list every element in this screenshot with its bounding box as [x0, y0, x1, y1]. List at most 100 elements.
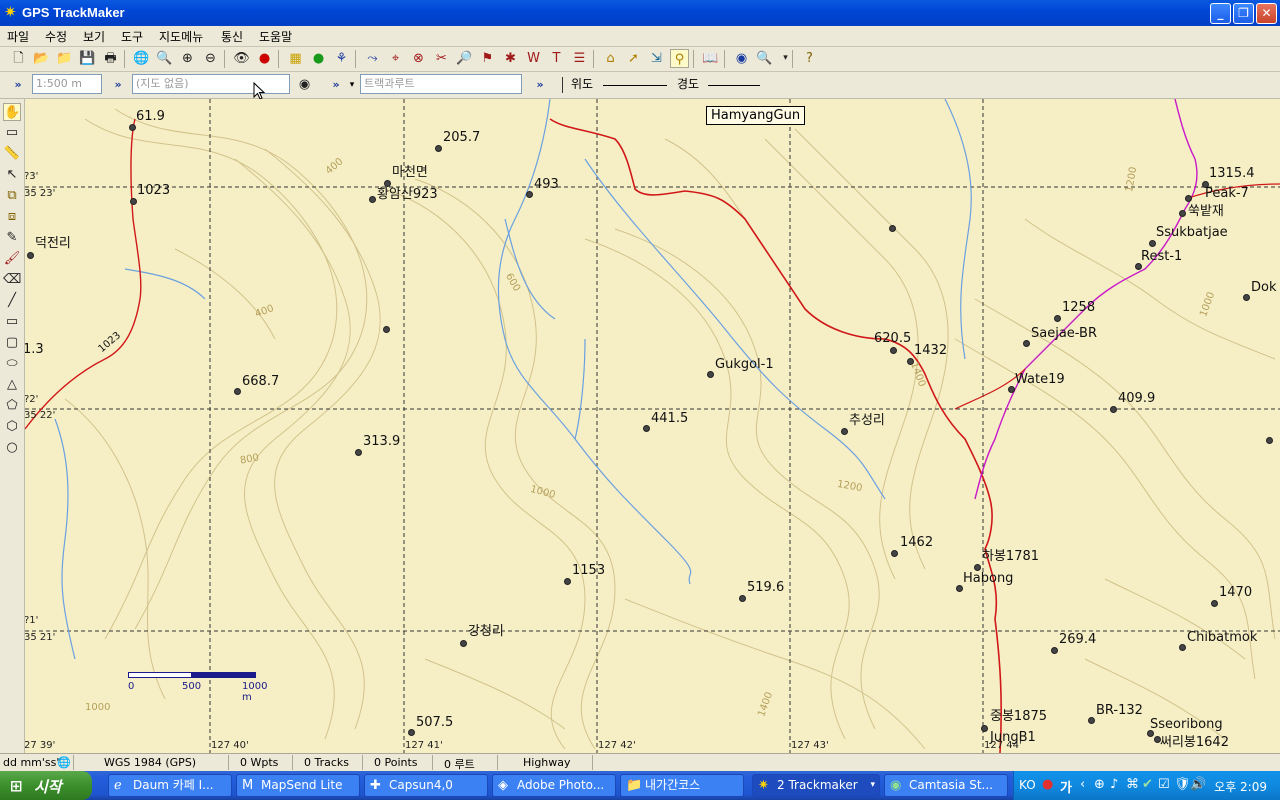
task-trackmaker[interactable]: ✷ 2 Trackmaker ▾ — [752, 774, 880, 797]
scale-arrow-button[interactable]: » — [8, 75, 28, 95]
open-folder-icon[interactable]: 📂 — [32, 49, 51, 68]
menu-file[interactable]: 파일 — [7, 28, 29, 45]
route-icon[interactable]: ⚘ — [332, 49, 351, 68]
copy-icon[interactable]: ⧉ — [3, 187, 21, 205]
waypoint[interactable] — [1211, 600, 1218, 607]
waypoint[interactable] — [383, 326, 390, 333]
hexagon-tool-icon[interactable]: ⬡ — [3, 418, 21, 436]
menu-tools[interactable]: 도구 — [121, 28, 143, 45]
print-icon[interactable]: 🖶 — [101, 49, 120, 68]
waypoint[interactable] — [435, 145, 442, 152]
measure-icon[interactable]: 📏 — [3, 145, 21, 163]
globe-icon[interactable]: 🌐 — [132, 49, 151, 68]
zoom-out-icon[interactable]: ⊖ — [201, 49, 220, 68]
task-camtasia[interactable]: ◉ Camtasia St... — [884, 774, 1008, 797]
waypoint[interactable] — [643, 425, 650, 432]
waypoint[interactable] — [130, 198, 137, 205]
maximize-button[interactable]: ❐ — [1233, 3, 1254, 24]
save-icon[interactable]: 💾 — [78, 49, 97, 68]
waypoint[interactable] — [891, 550, 898, 557]
line-tool-icon[interactable]: ╱ — [3, 292, 21, 310]
waypoint[interactable] — [1179, 644, 1186, 651]
waypoint[interactable] — [355, 449, 362, 456]
paint-icon[interactable]: 🖌 — [3, 250, 21, 268]
send-icon[interactable]: ➚ — [624, 49, 643, 68]
task-folder[interactable]: 📁 내가간코스 — [620, 774, 744, 797]
circle-tool-icon[interactable]: ○ — [3, 439, 21, 457]
text-w-icon[interactable]: W — [524, 49, 543, 68]
tack-icon[interactable]: ✱ — [501, 49, 520, 68]
hand-tool-icon[interactable]: ✋ — [3, 103, 21, 121]
track-cut-icon[interactable]: ✂ — [432, 49, 451, 68]
earth-icon[interactable]: ◉ — [732, 49, 751, 68]
minimize-button[interactable]: _ — [1210, 3, 1231, 24]
search-icon[interactable]: 🔎 — [455, 49, 474, 68]
gps-icon[interactable]: ⌂ — [601, 49, 620, 68]
rectangle-select-icon[interactable]: ▭ — [3, 124, 21, 142]
tray-icon[interactable]: ☑ — [1158, 777, 1170, 792]
eraser-icon[interactable]: ⌫ — [3, 271, 21, 289]
area-label-hamyanggun[interactable]: HamyangGun — [706, 106, 806, 125]
network-icon[interactable]: ⊕ — [1094, 777, 1105, 792]
waypoint[interactable] — [1054, 315, 1061, 322]
help-icon[interactable]: ? — [800, 49, 819, 68]
waypoint[interactable] — [1243, 294, 1250, 301]
waypoint[interactable] — [981, 725, 988, 732]
text-t-icon[interactable]: T — [547, 49, 566, 68]
eye-icon[interactable]: 👁 — [232, 49, 251, 68]
track-arrow-button[interactable]: » — [326, 75, 346, 95]
list-icon[interactable]: ☰ — [570, 49, 589, 68]
pointer-icon[interactable]: ⚲ — [670, 49, 689, 68]
chevron-down-icon[interactable]: ▾ — [346, 75, 358, 95]
track-join-icon[interactable]: ⊗ — [409, 49, 428, 68]
grid-icon[interactable]: ▦ — [286, 49, 305, 68]
menu-comm[interactable]: 통신 — [221, 28, 243, 45]
waypoint[interactable] — [956, 585, 963, 592]
tray-icon[interactable]: ✔ — [1142, 777, 1153, 792]
scale-field[interactable]: 1:500 m — [32, 74, 102, 94]
waypoint[interactable] — [1185, 195, 1192, 202]
waypoint[interactable] — [1266, 437, 1273, 444]
ime-mode[interactable]: 가 — [1060, 777, 1072, 796]
task-capsun[interactable]: ✚ Capsun4,0 — [364, 774, 488, 797]
track-route-field[interactable]: 트랙과루트 — [360, 74, 522, 94]
waypoint[interactable] — [129, 124, 136, 131]
coord-arrow-button[interactable]: » — [530, 75, 550, 95]
waypoint[interactable] — [460, 640, 467, 647]
track-icon[interactable]: ⤳ — [363, 49, 382, 68]
rounded-rect-tool-icon[interactable]: ▢ — [3, 334, 21, 352]
waypoint[interactable] — [890, 347, 897, 354]
waypoint[interactable] — [707, 371, 714, 378]
menu-view[interactable]: 보기 — [83, 28, 105, 45]
waypoint[interactable] — [889, 225, 896, 232]
back-arrow-icon[interactable]: ‹ — [1080, 777, 1085, 792]
open-file-icon[interactable]: 📁 — [55, 49, 74, 68]
waypoint[interactable] — [27, 252, 34, 259]
task-photoshop[interactable]: ◈ Adobe Photo... — [492, 774, 616, 797]
track-edit-icon[interactable]: ⌖ — [386, 49, 405, 68]
map-canvas[interactable]: HamyangGun 61.9 1023 덕전리 1.3 205.7 마천면 황… — [25, 99, 1280, 753]
waypoint[interactable] — [1023, 340, 1030, 347]
green-globe-icon[interactable]: ● — [309, 49, 328, 68]
book-icon[interactable]: 📖 — [701, 49, 720, 68]
tray-icon[interactable]: 🔊 — [1190, 777, 1206, 792]
waypoint[interactable] — [1149, 240, 1156, 247]
waypoint[interactable] — [564, 578, 571, 585]
tray-icon[interactable]: ♪ — [1110, 777, 1118, 792]
color-icon[interactable]: ● — [255, 49, 274, 68]
ellipse-tool-icon[interactable]: ⬭ — [3, 355, 21, 373]
receive-icon[interactable]: ⇲ — [647, 49, 666, 68]
clock[interactable]: 오후 2:09 — [1214, 778, 1267, 795]
zoom-icon[interactable]: 🔍 — [155, 49, 174, 68]
menu-edit[interactable]: 수정 — [45, 28, 67, 45]
tray-icon[interactable]: ⌘ — [1126, 777, 1139, 792]
waypoint[interactable] — [1110, 406, 1117, 413]
rectangle-tool-icon[interactable]: ▭ — [3, 313, 21, 331]
menu-map[interactable]: 지도메뉴 — [159, 28, 203, 45]
waypoint[interactable] — [841, 428, 848, 435]
close-button[interactable]: ✕ — [1256, 3, 1277, 24]
magnify-icon[interactable]: 🔍 — [755, 49, 774, 68]
menu-help[interactable]: 도움말 — [259, 28, 292, 45]
waypoint[interactable] — [1008, 386, 1015, 393]
pentagon-tool-icon[interactable]: ⬠ — [3, 397, 21, 415]
